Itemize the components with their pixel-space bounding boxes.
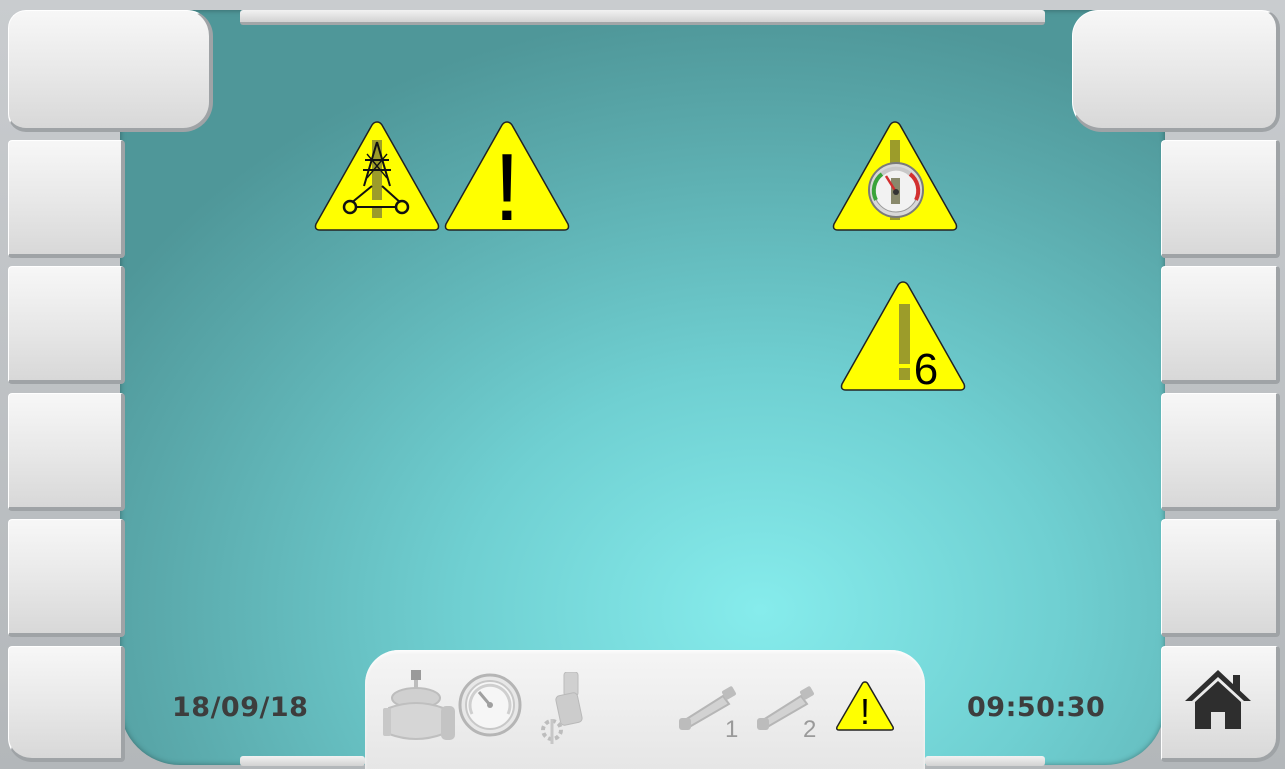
left-softkey-4[interactable] xyxy=(8,519,125,637)
pump-1-label: 1 xyxy=(725,716,739,743)
time-display: 09:50:30 xyxy=(967,692,1106,723)
left-softkey-2[interactable] xyxy=(8,266,125,384)
counter-alarm[interactable]: 6 xyxy=(838,278,968,396)
warning-triangle-icon: ! xyxy=(444,121,570,241)
warning-triangle-icon[interactable]: ! xyxy=(835,680,895,732)
right-softkey-2[interactable] xyxy=(1161,266,1280,384)
left-softkey-1[interactable] xyxy=(8,140,125,258)
left-softkey-5[interactable] xyxy=(8,646,125,762)
left-softkey-3[interactable] xyxy=(8,393,125,511)
bottom-bezel-bar-left xyxy=(240,756,365,766)
right-softkey-1[interactable] xyxy=(1161,140,1280,258)
home-button[interactable] xyxy=(1161,646,1280,762)
numbered-warning-icon: 6 xyxy=(840,281,966,394)
date-display: 18/09/18 xyxy=(172,692,309,723)
pressure-alarm[interactable] xyxy=(830,118,960,236)
hmi-screen: 1 2 ! 18/09/18 09:50:30 ! 6 xyxy=(0,0,1285,769)
right-softkey-3[interactable] xyxy=(1161,393,1280,511)
alarm-counter-value: 6 xyxy=(914,345,938,394)
bottom-bezel-bar-right xyxy=(925,756,1045,766)
warning-exclamation: ! xyxy=(860,691,870,732)
warning-exclamation: ! xyxy=(494,134,521,236)
pressure-gauge-warning-icon xyxy=(832,121,958,231)
actuator-icon xyxy=(541,672,583,744)
valve-icon xyxy=(383,670,455,740)
top-bezel-bar xyxy=(240,10,1045,25)
pressure-gauge-icon xyxy=(458,673,522,737)
general-alarm[interactable]: ! xyxy=(442,118,572,241)
home-icon xyxy=(1185,670,1251,729)
corner-button-top-left[interactable] xyxy=(8,10,213,132)
power-line-alarm[interactable] xyxy=(312,118,442,236)
pump-2-label: 2 xyxy=(803,716,817,743)
right-softkey-4[interactable] xyxy=(1161,519,1280,637)
power-tower-warning-icon xyxy=(314,121,440,231)
corner-button-top-right[interactable] xyxy=(1072,10,1280,132)
status-bar: 1 2 ! xyxy=(365,650,925,769)
